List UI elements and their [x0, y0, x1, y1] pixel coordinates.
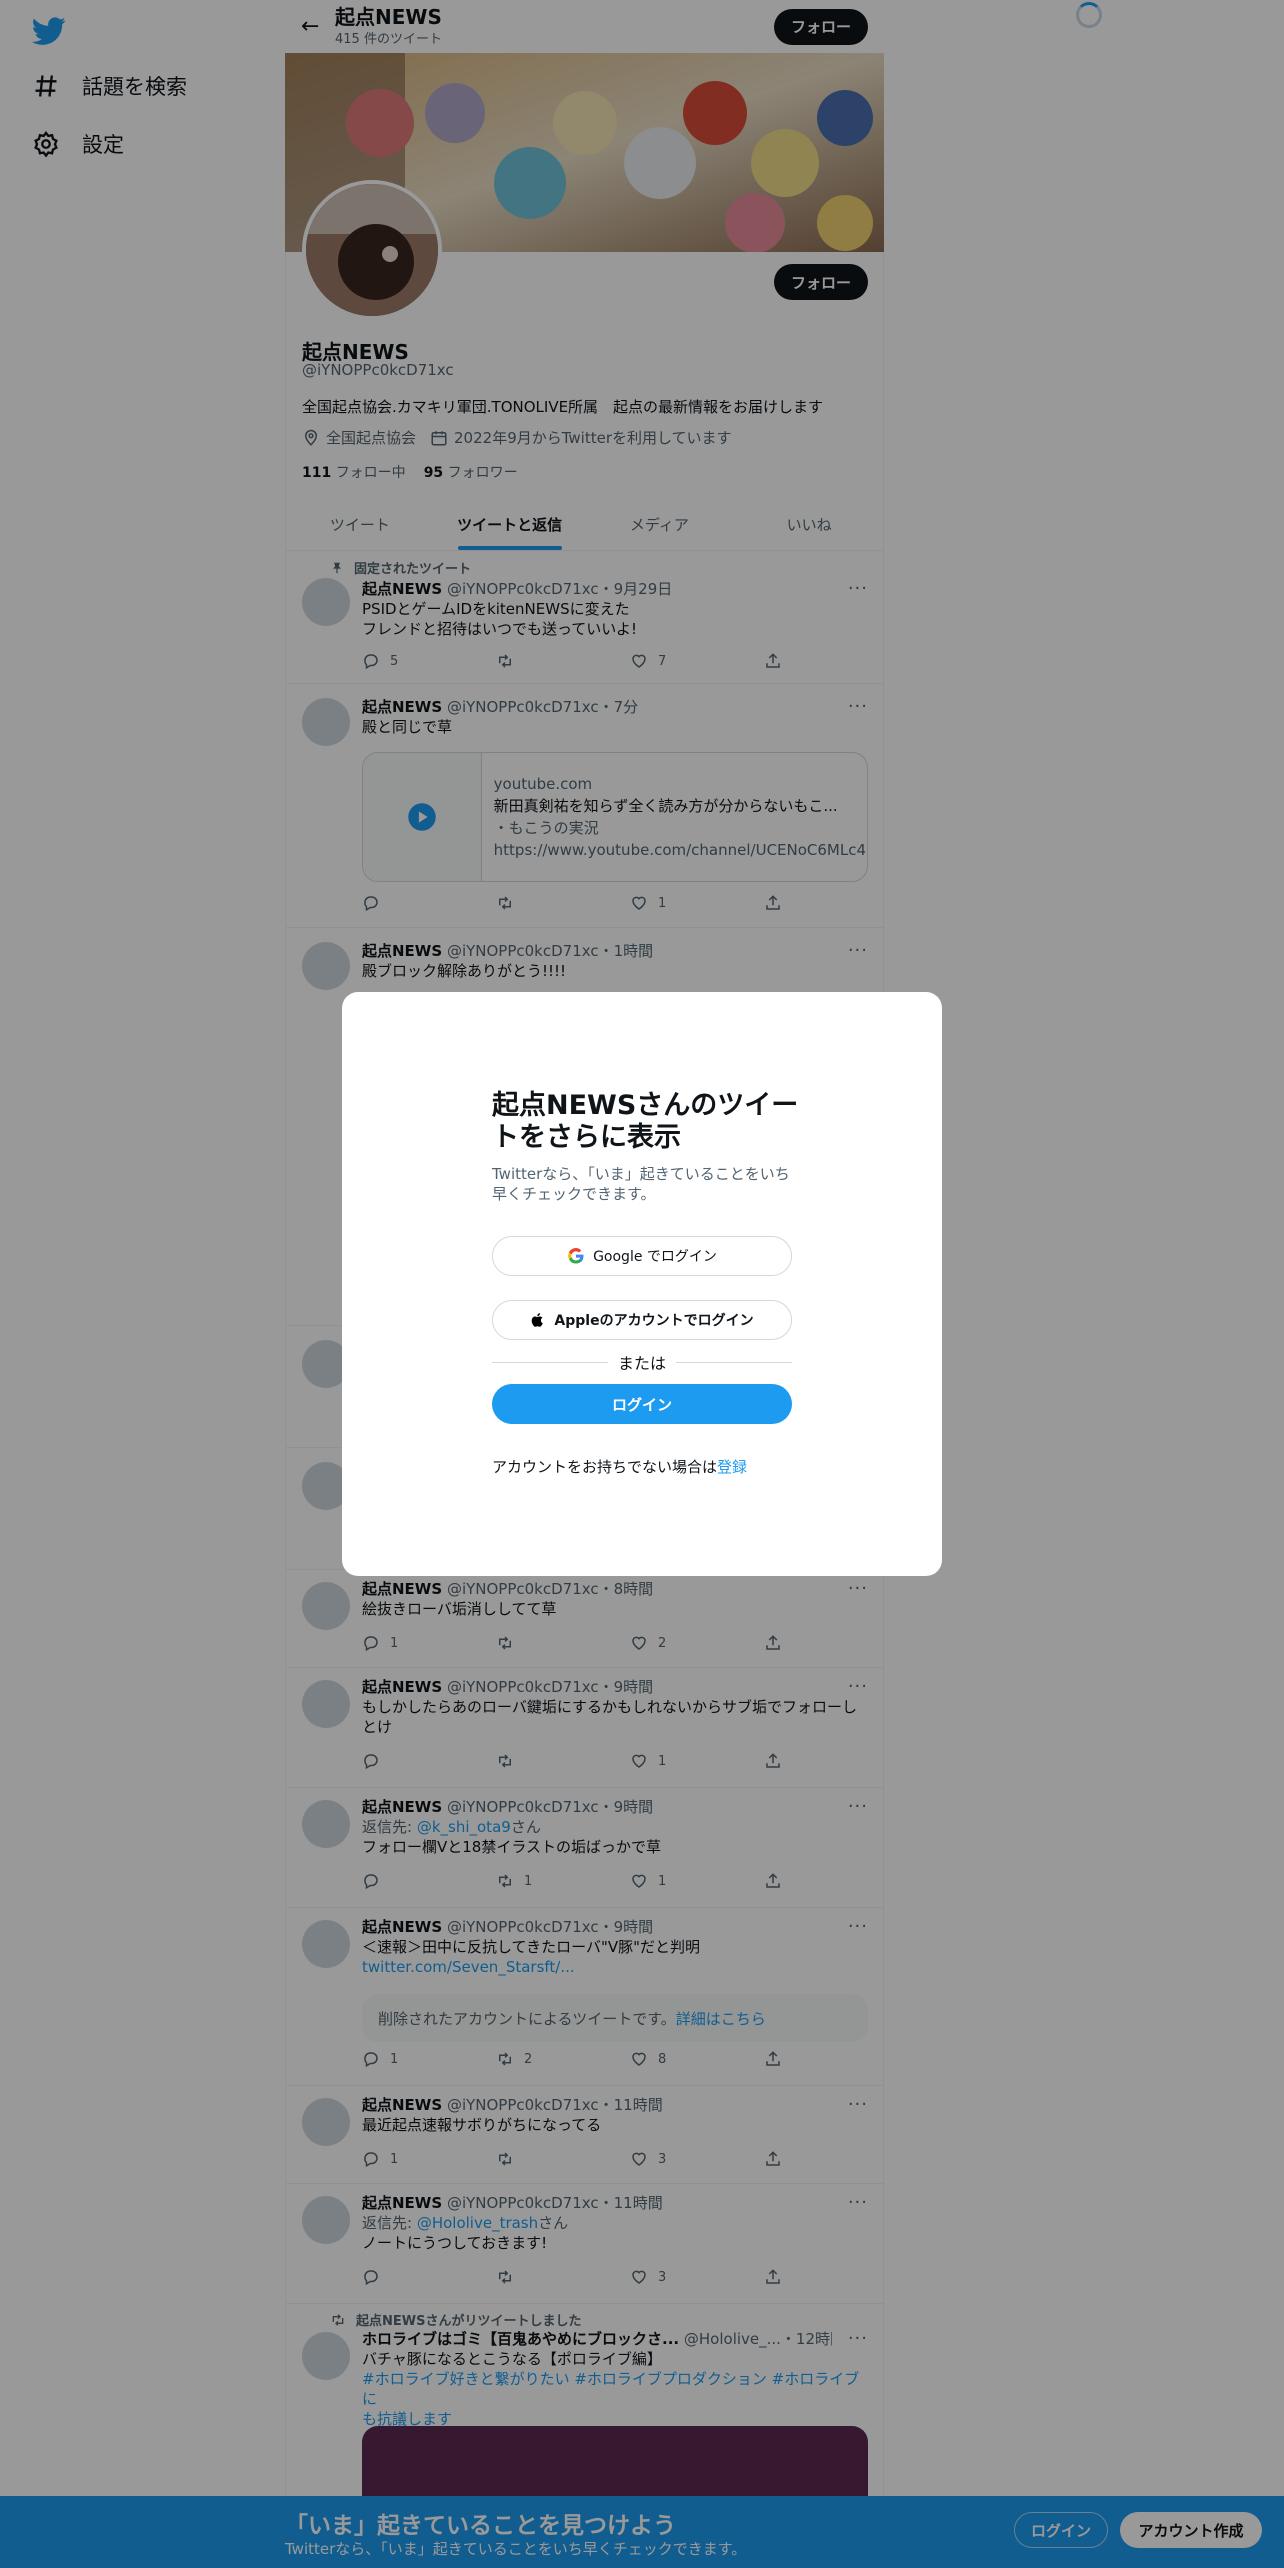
modal-login-button[interactable]: ログイン — [492, 1384, 792, 1424]
signup-link[interactable]: 登録 — [717, 1458, 747, 1476]
google-login-label: Google でログイン — [593, 1249, 717, 1265]
google-login-button[interactable]: Google でログイン — [492, 1236, 792, 1276]
modal-subtitle: Twitterなら、「いま」起きていることをいち早くチェックできます。 — [492, 1165, 790, 1203]
apple-login-button[interactable]: Appleのアカウントでログイン — [492, 1300, 792, 1340]
apple-icon — [532, 1313, 544, 1327]
no-account-line: アカウントをお持ちでない場合は登録 — [492, 1458, 748, 1476]
modal-title: 起点NEWSさんのツイートをさらに表示 — [492, 1090, 799, 1153]
google-g-icon — [568, 1248, 584, 1264]
login-prompt-modal: 起点NEWSさんのツイートをさらに表示 Twitterなら、「いま」起きているこ… — [342, 992, 942, 1576]
or-divider: または — [492, 1350, 793, 1374]
apple-login-label: Appleのアカウントでログイン — [554, 1313, 754, 1329]
